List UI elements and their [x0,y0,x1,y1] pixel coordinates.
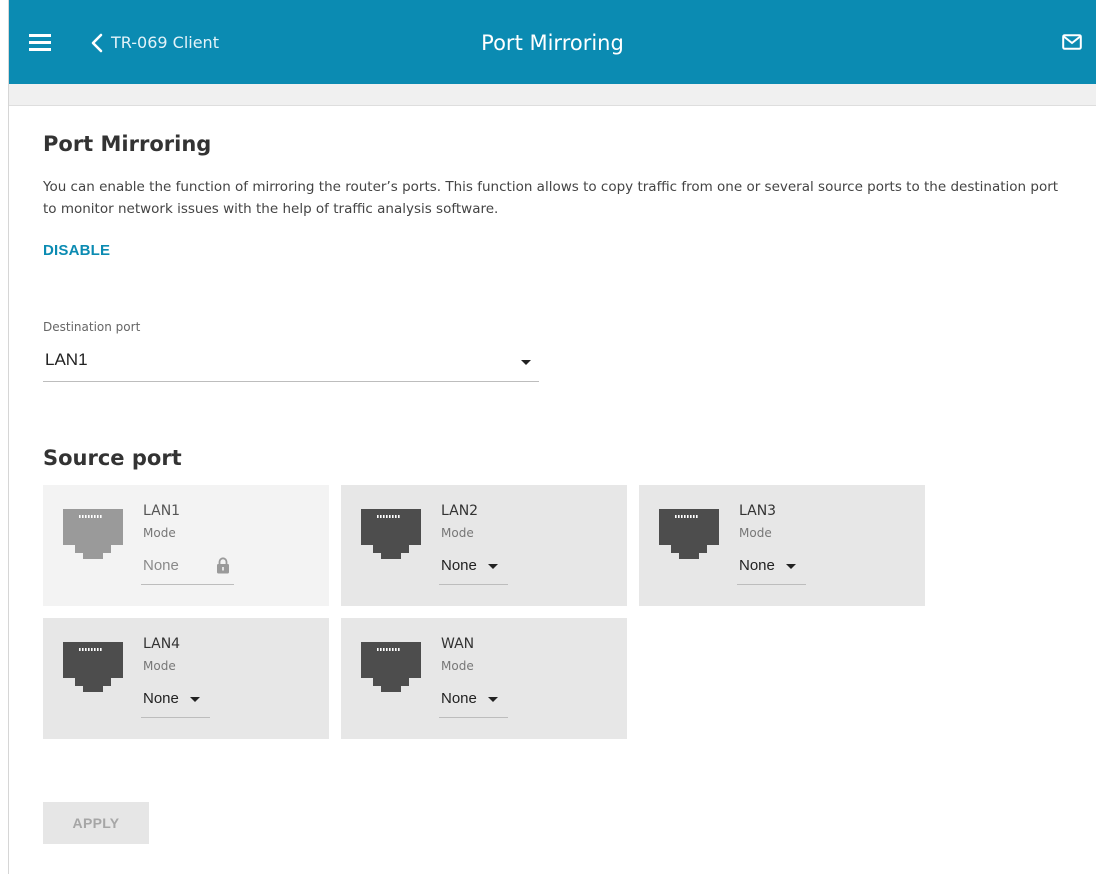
port-mode-value: None [441,690,477,707]
port-mode-label: Mode [441,659,474,673]
hamburger-menu-icon[interactable] [29,34,51,52]
chevron-down-icon [521,360,531,365]
source-port-card-lan1: LAN1 Mode None [43,485,329,606]
ethernet-port-icon [359,638,423,694]
port-mode-value: None [441,557,477,574]
port-name: LAN2 [441,503,479,519]
ethernet-port-icon [657,505,721,561]
port-mode-value: None [143,557,179,574]
source-port-card-lan4: LAN4 Mode None [43,618,329,739]
header-shadow-strip [9,84,1096,106]
section-description: You can enable the function of mirroring… [43,179,1059,217]
page-title: Port Mirroring [481,31,624,55]
back-link[interactable]: TR-069 Client [89,30,219,56]
ethernet-port-icon [61,638,125,694]
port-mode-value: None [143,690,179,707]
destination-port-value: LAN1 [45,350,88,369]
port-mode-select[interactable]: None [737,547,806,585]
chevron-down-icon [488,564,498,569]
lock-icon [216,557,230,574]
port-name: LAN3 [739,503,777,519]
chevron-down-icon [786,564,796,569]
section-title: Port Mirroring [43,132,212,156]
apply-button[interactable]: APPLY [43,802,149,844]
port-mode-select[interactable]: None [439,680,508,718]
source-port-card-lan3: LAN3 Mode None [639,485,925,606]
port-mode-label: Mode [143,526,176,540]
chevron-down-icon [488,697,498,702]
destination-port-label: Destination port [43,320,141,334]
mail-icon[interactable] [1062,34,1082,50]
port-mode-label: Mode [441,526,474,540]
port-mode-label: Mode [143,659,176,673]
top-bar: TR-069 Client Port Mirroring [9,0,1096,84]
source-port-card-lan2: LAN2 Mode None [341,485,627,606]
back-link-label: TR-069 Client [111,33,219,52]
frame-border [8,0,9,874]
source-port-card-wan: WAN Mode None [341,618,627,739]
port-name: WAN [441,636,475,652]
port-mode-label: Mode [739,526,772,540]
port-mode-select[interactable]: None [141,680,210,718]
disable-button[interactable]: DISABLE [43,242,110,259]
chevron-down-icon [190,697,200,702]
port-mode-value: None [739,557,775,574]
port-mode-select[interactable]: None [439,547,508,585]
port-mode-select: None [141,547,234,585]
chevron-left-icon [89,32,105,54]
ethernet-port-icon [359,505,423,561]
ethernet-port-icon [61,505,125,561]
port-name: LAN4 [143,636,181,652]
destination-port-select[interactable]: LAN1 [43,342,539,382]
port-name: LAN1 [143,503,181,519]
source-port-title: Source port [43,446,182,470]
